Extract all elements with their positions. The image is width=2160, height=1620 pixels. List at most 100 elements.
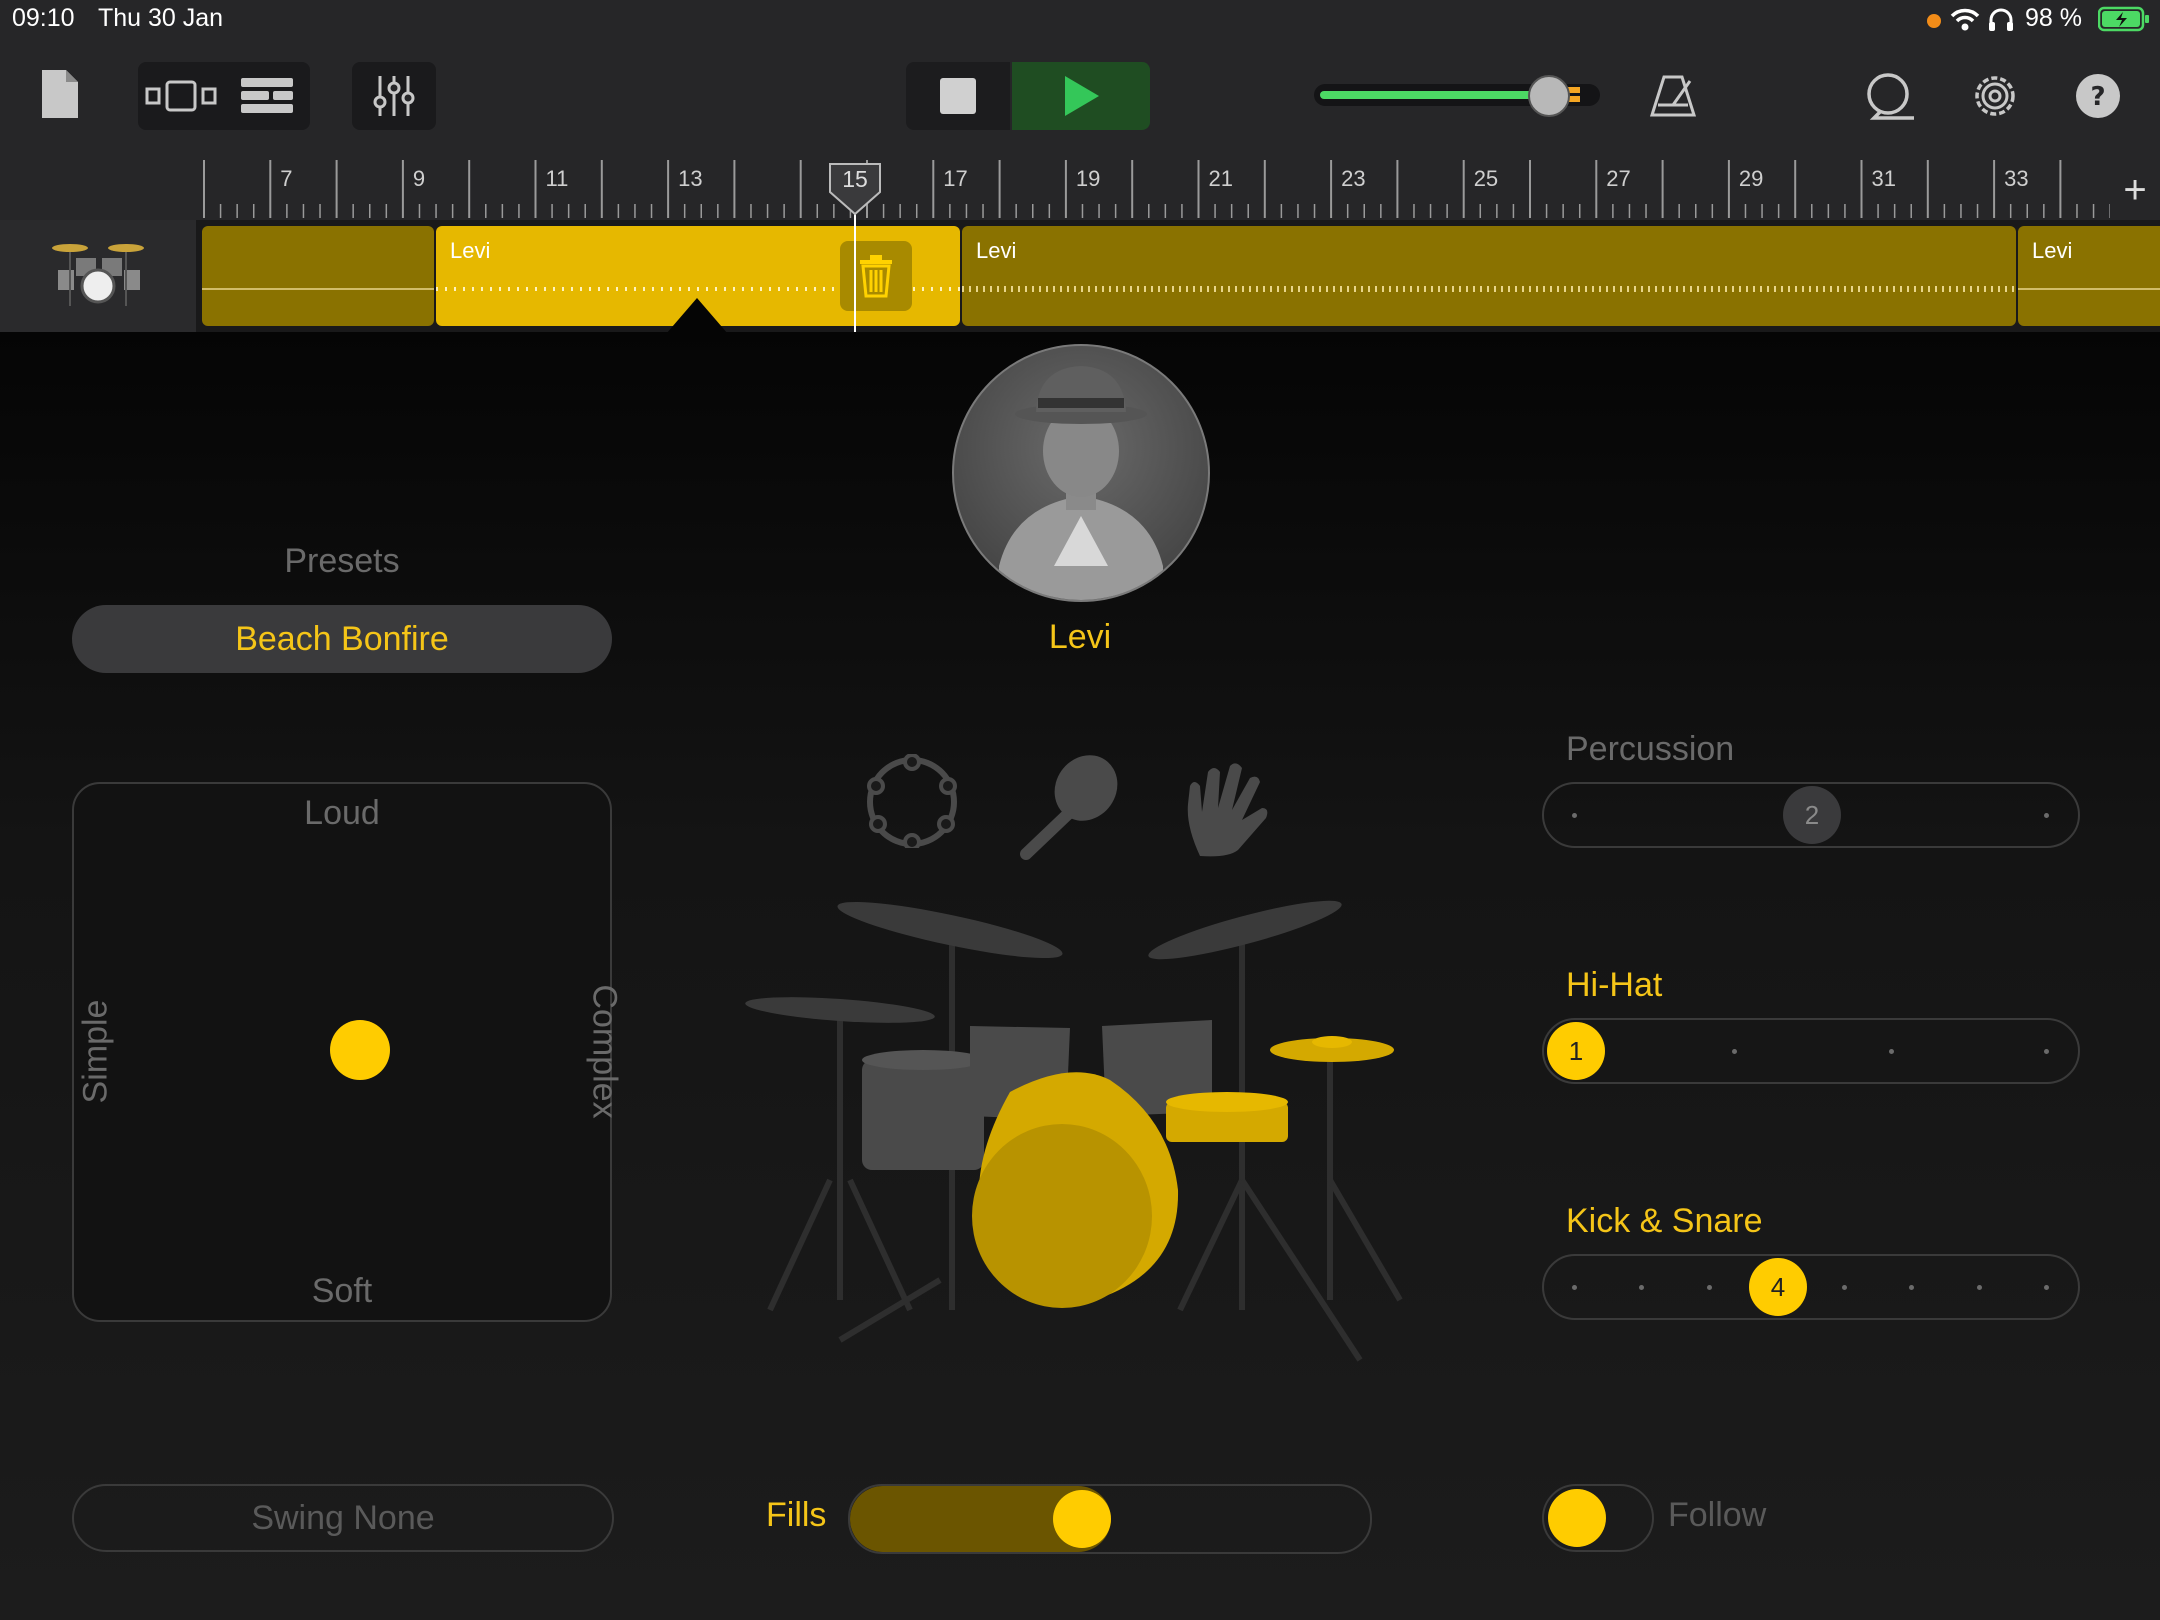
pad-label-top: Loud bbox=[304, 794, 380, 832]
kick-snare-slider[interactable]: 4 bbox=[1542, 1254, 2080, 1320]
settings-button[interactable] bbox=[1970, 70, 2020, 122]
status-date: Thu 30 Jan bbox=[98, 4, 224, 32]
stop-button[interactable] bbox=[906, 62, 1010, 130]
playhead-bar-number: 15 bbox=[842, 166, 868, 192]
region-waveform bbox=[202, 288, 434, 290]
region-waveform bbox=[2018, 288, 2160, 290]
ruler-bar-number: 19 bbox=[1076, 166, 1100, 191]
add-section-button[interactable]: + bbox=[2110, 160, 2160, 220]
play-button[interactable] bbox=[1012, 62, 1150, 130]
ruler-bar-number: 13 bbox=[678, 166, 702, 191]
shaker-icon[interactable] bbox=[1016, 752, 1124, 860]
drum-kit bbox=[745, 900, 1403, 1362]
document-icon bbox=[42, 70, 78, 118]
timeline-ruler[interactable]: 7 9 11 13 17 19 21 23 25 27 29 31 33 + bbox=[0, 160, 2160, 220]
ruler-bar-number: 9 bbox=[413, 166, 425, 191]
slider-step bbox=[2044, 1285, 2049, 1290]
ruler-bar-number: 23 bbox=[1341, 166, 1365, 191]
play-icon bbox=[1065, 76, 1099, 116]
track-header[interactable] bbox=[0, 220, 196, 332]
tracks-list-button[interactable] bbox=[224, 62, 310, 130]
trash-icon bbox=[860, 255, 892, 298]
drum-kit-icon bbox=[52, 244, 144, 306]
ruler-bar-number: 21 bbox=[1209, 166, 1233, 191]
master-volume-fill bbox=[1320, 91, 1550, 99]
region-label: Levi bbox=[2032, 238, 2073, 263]
ruler-bar-number: 33 bbox=[2004, 166, 2028, 191]
presets-heading: Presets bbox=[284, 542, 400, 580]
battery-icon bbox=[2098, 6, 2149, 32]
ruler-bar-number: 7 bbox=[280, 166, 292, 191]
kick-snare-label: Kick & Snare bbox=[1566, 1202, 1763, 1240]
snare-drum[interactable] bbox=[1166, 1092, 1288, 1142]
complexity-loudness-pad[interactable]: Loud Soft Simple Complex bbox=[72, 782, 624, 1322]
mixer-button[interactable] bbox=[352, 62, 436, 130]
slider-step bbox=[1732, 1049, 1737, 1054]
track-view-icon bbox=[145, 80, 217, 112]
track-region[interactable]: Levi bbox=[2018, 226, 2160, 326]
pad-label-bottom: Soft bbox=[311, 1272, 373, 1310]
help-button[interactable]: ? bbox=[2074, 72, 2122, 120]
floor-tom[interactable] bbox=[862, 1050, 984, 1170]
mixer-icon bbox=[373, 76, 415, 116]
metronome-button[interactable] bbox=[1648, 70, 1698, 122]
slider-step bbox=[1842, 1285, 1847, 1290]
slider-step bbox=[1572, 813, 1577, 818]
region-waveform bbox=[962, 286, 2016, 292]
tambourine-icon[interactable] bbox=[862, 754, 962, 848]
ruler-ticks: 7 9 11 13 17 19 21 23 25 27 29 31 33 bbox=[203, 160, 2110, 218]
ruler-bar-number: 29 bbox=[1739, 166, 1763, 191]
region-label: Levi bbox=[976, 238, 1017, 263]
pad-label-left: Simple bbox=[76, 999, 115, 1104]
track-view-button[interactable] bbox=[138, 62, 224, 130]
wifi-icon bbox=[1950, 8, 1980, 31]
master-volume-slider[interactable] bbox=[1314, 75, 1600, 117]
ruler-bar-number: 11 bbox=[546, 166, 569, 191]
settings-icon bbox=[1975, 76, 2015, 116]
hand-clap-icon[interactable] bbox=[1180, 756, 1270, 858]
battery-percent: 98 % bbox=[2025, 4, 2082, 32]
ruler-bar-number: 27 bbox=[1606, 166, 1630, 191]
pad-label-right: Complex bbox=[585, 984, 624, 1119]
slider-step bbox=[2044, 813, 2049, 818]
hi-hat-cymbal[interactable] bbox=[1270, 1036, 1394, 1062]
ruler-bar-number: 25 bbox=[1474, 166, 1498, 191]
fills-slider[interactable] bbox=[848, 1484, 1372, 1554]
preset-selector[interactable]: Beach Bonfire bbox=[72, 605, 612, 673]
follow-toggle-knob[interactable] bbox=[1548, 1489, 1606, 1547]
hihat-slider[interactable]: 1 bbox=[1542, 1018, 2080, 1084]
follow-label: Follow bbox=[1668, 1496, 1767, 1534]
fills-label: Fills bbox=[766, 1496, 827, 1534]
delete-region-button[interactable] bbox=[840, 241, 912, 311]
track-region[interactable] bbox=[202, 226, 434, 326]
hihat-knob[interactable]: 1 bbox=[1547, 1022, 1605, 1080]
fills-knob[interactable] bbox=[1053, 1490, 1111, 1548]
swing-button[interactable]: Swing None bbox=[72, 1484, 614, 1552]
percussion-label: Percussion bbox=[1566, 730, 1735, 768]
drummer-avatar[interactable] bbox=[952, 344, 1210, 602]
track-region[interactable]: Levi bbox=[962, 226, 2016, 326]
slider-step bbox=[1977, 1285, 1982, 1290]
status-bar: 09:10 Thu 30 Jan 98 % bbox=[0, 0, 2160, 40]
loop-icon bbox=[1867, 73, 1914, 120]
document-button[interactable] bbox=[36, 64, 84, 124]
drummer-portrait-icon bbox=[999, 366, 1163, 600]
status-time: 09:10 bbox=[12, 4, 75, 32]
percussion-knob[interactable]: 2 bbox=[1783, 786, 1841, 844]
follow-toggle[interactable] bbox=[1542, 1484, 1654, 1552]
pad-puck[interactable] bbox=[330, 1020, 390, 1080]
region-pointer bbox=[666, 298, 728, 334]
slider-step bbox=[1639, 1285, 1644, 1290]
hihat-label: Hi-Hat bbox=[1566, 966, 1663, 1004]
drummer-name: Levi bbox=[1048, 618, 1112, 656]
stop-icon bbox=[940, 78, 976, 114]
help-icon: ? bbox=[2076, 74, 2120, 118]
ruler-bar-number: 17 bbox=[943, 166, 967, 191]
percussion-slider[interactable]: 2 bbox=[1542, 782, 2080, 848]
slider-step bbox=[1707, 1285, 1712, 1290]
loop-browser-button[interactable] bbox=[1862, 70, 1918, 122]
kick-snare-knob[interactable]: 4 bbox=[1749, 1258, 1807, 1316]
region-label: Levi bbox=[450, 238, 491, 263]
slider-step bbox=[2044, 1049, 2049, 1054]
master-volume-knob[interactable] bbox=[1528, 75, 1570, 117]
